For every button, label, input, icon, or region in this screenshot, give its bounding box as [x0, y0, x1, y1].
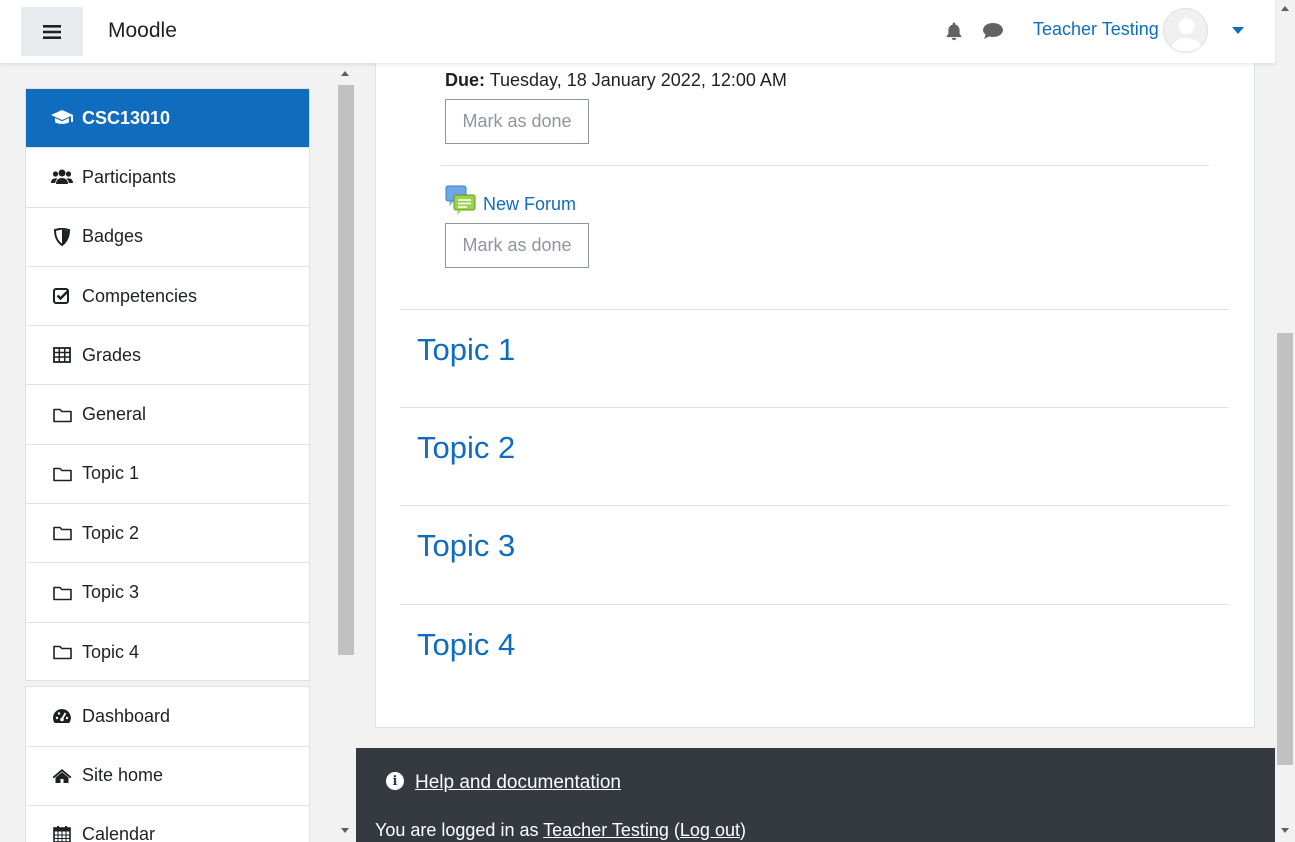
info-icon: i: [386, 772, 404, 790]
drawer-item-topic-3[interactable]: Topic 3: [26, 563, 309, 623]
drawer-item-general[interactable]: General: [26, 385, 309, 445]
drawer-item-label: Grades: [82, 344, 142, 365]
caret-down-icon[interactable]: [1231, 26, 1245, 36]
shield-icon: [51, 227, 73, 247]
check-square-icon: [51, 286, 73, 306]
drawer-item-label: Calendar: [82, 824, 156, 842]
drawer-item-label: Dashboard: [82, 705, 171, 726]
drawer-item-label: General: [82, 404, 147, 425]
chat-icon[interactable]: [982, 20, 1004, 42]
section-title-topic-2[interactable]: Topic 2: [417, 430, 515, 466]
scroll-up-arrow-icon[interactable]: [1281, 6, 1289, 11]
drawer-item-label: Badges: [82, 226, 144, 247]
drawer-item-grades[interactable]: Grades: [26, 326, 309, 386]
logged-in-info: You are logged in as Teacher Testing (Lo…: [375, 820, 746, 840]
mark-as-done-button[interactable]: Mark as done: [445, 223, 589, 268]
course-name: CSC13010: [82, 107, 171, 128]
drawer-scrollbar-thumb[interactable]: [338, 85, 354, 655]
mark-as-done-button[interactable]: Mark as done: [445, 99, 589, 144]
folder-icon: [51, 642, 73, 662]
drawer-item-dashboard[interactable]: Dashboard: [26, 687, 309, 747]
folder-icon: [51, 405, 73, 425]
drawer-item-calendar[interactable]: Calendar: [26, 806, 309, 842]
dashboard-icon: [51, 706, 73, 726]
section-divider: [400, 505, 1229, 506]
logged-in-user-link[interactable]: Teacher Testing: [543, 820, 669, 840]
drawer-item-topic-1[interactable]: Topic 1: [26, 445, 309, 505]
page-scrollbar-thumb[interactable]: [1277, 333, 1293, 765]
scroll-down-arrow-icon[interactable]: [341, 828, 349, 833]
drawer-item-label: Topic 3: [82, 582, 140, 603]
forum-icon: [445, 185, 476, 215]
section-title-topic-1[interactable]: Topic 1: [417, 332, 515, 368]
drawer-item-label: Site home: [82, 765, 164, 786]
drawer-item-badges[interactable]: Badges: [26, 208, 309, 267]
bell-icon[interactable]: [943, 20, 965, 42]
due-label: Due:: [445, 70, 485, 90]
calendar-icon: [51, 824, 73, 842]
user-avatar[interactable]: [1163, 8, 1208, 53]
drawer-item-competencies[interactable]: Competencies: [26, 267, 309, 327]
help-documentation-link[interactable]: Help and documentation: [415, 772, 621, 794]
section-divider: [400, 604, 1229, 605]
drawer-toggle-button[interactable]: [21, 7, 83, 56]
graduation-cap-icon: [51, 108, 73, 128]
home-icon: [51, 766, 73, 786]
page-footer: i Help and documentation You are logged …: [356, 748, 1275, 842]
folder-icon: [51, 464, 73, 484]
drawer-item-label: Topic 4: [82, 641, 140, 662]
folder-icon: [51, 583, 73, 603]
section-divider: [400, 407, 1229, 408]
drawer-item-label: Topic 1: [82, 463, 140, 484]
new-forum-link[interactable]: New Forum: [483, 194, 576, 215]
scroll-up-arrow-icon[interactable]: [341, 71, 349, 76]
section-divider: [400, 309, 1229, 310]
section-title-topic-4[interactable]: Topic 4: [417, 627, 515, 663]
drawer-item-label: Participants: [82, 166, 177, 187]
drawer-item-label: Competencies: [82, 285, 198, 306]
menu-icon: [43, 24, 61, 39]
top-navbar: Moodle Teacher Testing: [0, 0, 1275, 63]
folder-icon: [51, 523, 73, 543]
drawer-item-course[interactable]: CSC13010: [26, 89, 309, 149]
drawer-item-topic-2[interactable]: Topic 2: [26, 504, 309, 564]
due-value: Tuesday, 18 January 2022, 12:00 AM: [489, 70, 787, 90]
course-nav-list: CSC13010 Participants Badges Competencie…: [25, 88, 310, 681]
users-icon: [51, 167, 73, 187]
site-brand[interactable]: Moodle: [108, 19, 177, 43]
logout-link[interactable]: Log out: [680, 820, 740, 840]
drawer-item-topic-4[interactable]: Topic 4: [26, 623, 309, 682]
section-title-topic-3[interactable]: Topic 3: [417, 528, 515, 564]
user-menu-name[interactable]: Teacher Testing: [1033, 19, 1159, 40]
activity-divider: [441, 165, 1209, 166]
logged-in-prefix: You are logged in as: [375, 820, 539, 840]
assignment-due-date: Due: Tuesday, 18 January 2022, 12:00 AM: [445, 70, 787, 91]
scroll-down-arrow-icon[interactable]: [1281, 828, 1289, 833]
drawer-item-participants[interactable]: Participants: [26, 148, 309, 208]
drawer-item-label: Topic 2: [82, 522, 140, 543]
site-nav-list: Dashboard Site home Calendar: [25, 686, 310, 842]
table-icon: [51, 345, 73, 365]
drawer-item-site-home[interactable]: Site home: [26, 747, 309, 806]
